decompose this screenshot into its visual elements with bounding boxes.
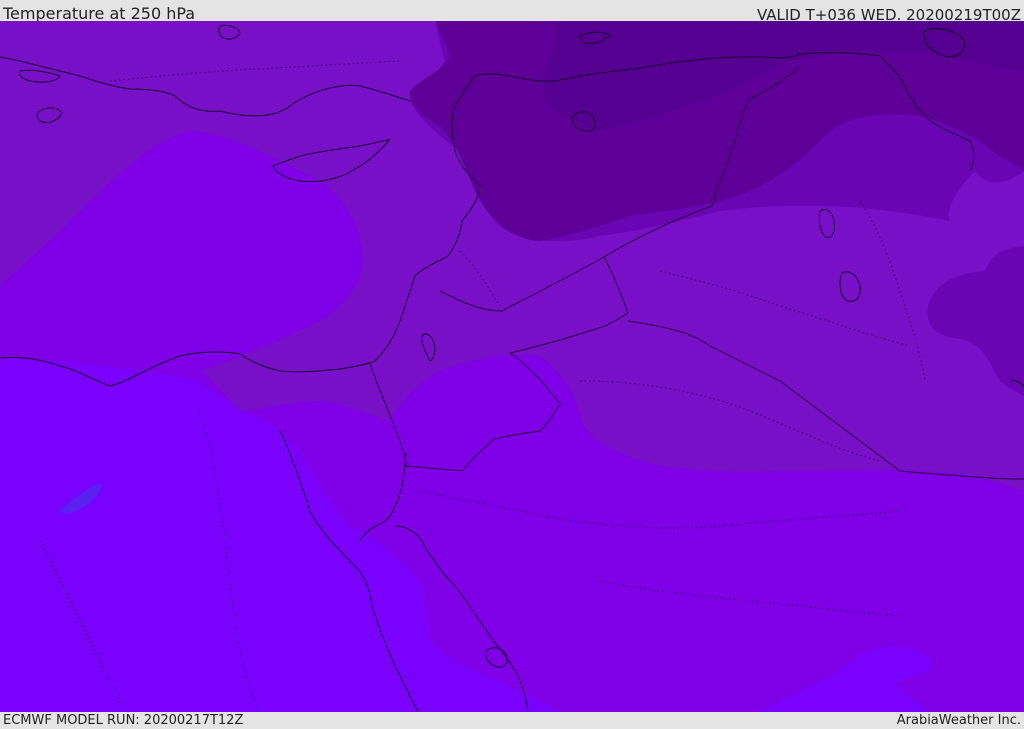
header-bar: Temperature at 250 hPa VALID T+036 WED. … [0, 0, 1024, 24]
footer-bar: ECMWF MODEL RUN: 20200217T12Z ArabiaWeat… [0, 712, 1024, 729]
temperature-map [0, 21, 1024, 712]
credit-label: ArabiaWeather Inc. [896, 713, 1021, 728]
model-run-label: ECMWF MODEL RUN: 20200217T12Z [3, 713, 244, 728]
